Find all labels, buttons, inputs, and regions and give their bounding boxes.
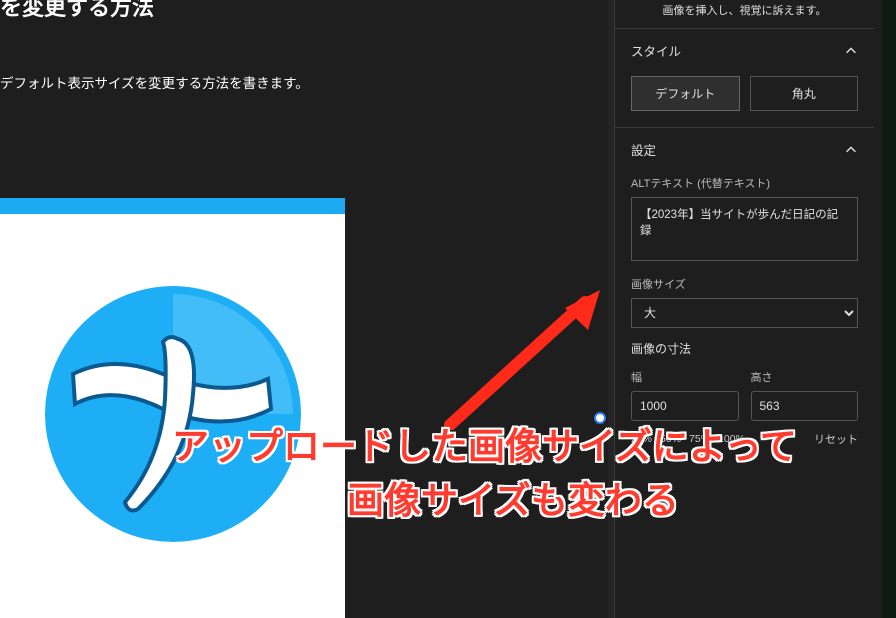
- alt-text-input[interactable]: 【2023年】当サイトが歩んだ日記の記録: [631, 197, 858, 261]
- block-helper-text: 画像を挿入し、視覚に訴えます。: [615, 0, 874, 28]
- image-size-label: 画像サイズ: [631, 276, 858, 292]
- height-input[interactable]: [751, 391, 859, 421]
- page-description: デフォルト表示サイズを変更する方法を書きます。: [0, 72, 309, 92]
- alt-text-label: ALTテキスト (代替テキスト): [631, 175, 858, 191]
- section-style: スタイル デフォルト 角丸: [615, 28, 874, 127]
- width-label: 幅: [631, 369, 739, 385]
- window-scrollbar[interactable]: [882, 0, 896, 618]
- width-input[interactable]: [631, 391, 739, 421]
- pct-75-button[interactable]: 75%: [689, 433, 710, 445]
- section-settings: 設定 ALTテキスト (代替テキスト) 【2023年】当サイトが歩んだ日記の記録…: [615, 127, 874, 463]
- page-title: を変更する方法: [0, 0, 154, 22]
- section-style-title: スタイル: [631, 41, 681, 60]
- image-dims-label: 画像の寸法: [631, 340, 858, 357]
- chevron-up-icon: [844, 143, 858, 157]
- style-rounded-button[interactable]: 角丸: [750, 76, 859, 111]
- logo-icon: [43, 284, 303, 544]
- image-size-select[interactable]: 大: [631, 298, 858, 328]
- image-content: [0, 214, 345, 614]
- reset-button[interactable]: リセット: [814, 431, 858, 447]
- section-style-header[interactable]: スタイル: [615, 29, 874, 72]
- pct-100-button[interactable]: 100%: [718, 433, 745, 445]
- height-label: 高さ: [751, 369, 859, 385]
- style-default-button[interactable]: デフォルト: [631, 76, 740, 111]
- chevron-up-icon: [844, 44, 858, 58]
- settings-sidebar: 画像を挿入し、視覚に訴えます。 スタイル デフォルト 角丸 設定 ALTテキスト…: [614, 0, 874, 618]
- pct-25-button[interactable]: 25%: [631, 433, 652, 445]
- selection-handle[interactable]: [594, 412, 606, 424]
- section-settings-header[interactable]: 設定: [615, 128, 874, 171]
- editor-canvas: を変更する方法 デフォルト表示サイズを変更する方法を書きます。: [0, 0, 600, 618]
- image-top-accent: [0, 198, 345, 214]
- section-settings-title: 設定: [631, 140, 656, 159]
- pct-50-button[interactable]: 50%: [660, 433, 681, 445]
- image-block[interactable]: [0, 198, 345, 618]
